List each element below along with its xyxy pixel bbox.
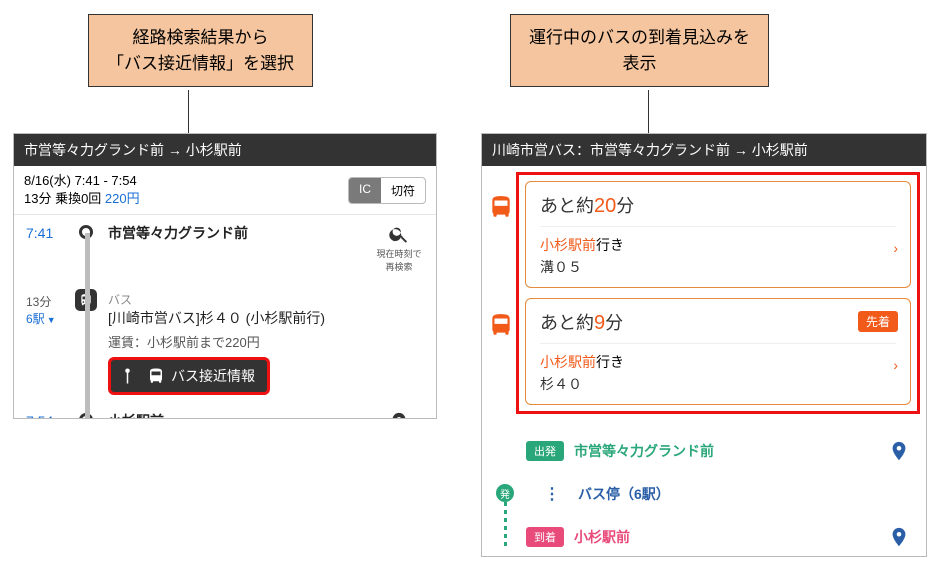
approach-header: 川崎市営バス：市営等々力グランド前 → 小杉駅前 bbox=[482, 134, 926, 166]
route-summary-meta: 8/16(水) 7:41 - 7:54 13分 乗換0回 220円 bbox=[24, 172, 348, 208]
callout-right: 運行中のバスの到着見込みを 表示 bbox=[510, 14, 769, 87]
segment-timecol: 13分 6駅 bbox=[26, 289, 72, 327]
route-line bbox=[85, 233, 90, 419]
callout-left-line2: 「バス接近情報」を選択 bbox=[107, 51, 294, 77]
eta-text: あと約9分 bbox=[540, 309, 896, 335]
arrive-time: 7:54 bbox=[26, 411, 72, 419]
depart-time: 7:41 bbox=[26, 223, 72, 241]
map-pin-icon[interactable] bbox=[888, 524, 910, 550]
bus-approach-panel: 川崎市営バス：市営等々力グランド前 → 小杉駅前 あと約20分 小杉駅前行き 溝… bbox=[481, 133, 927, 557]
around-map-button[interactable]: 周辺図 bbox=[374, 411, 424, 419]
route-body: 7:41 市営等々力グランド前 現在時刻で再検索 13分 6駅 バス [川崎市営… bbox=[14, 215, 436, 419]
fare-toggle-ic[interactable]: IC bbox=[349, 178, 381, 203]
segment-main: バス [川崎市営バス]杉４０ (小杉駅前行) 運賃：小杉駅前まで220円 バス接… bbox=[100, 289, 424, 395]
arrive-pill: 到着 bbox=[526, 527, 564, 547]
bus-stop-icon bbox=[123, 367, 141, 385]
bus-small-icon bbox=[147, 367, 165, 385]
route-number: 杉４０ bbox=[540, 374, 896, 394]
chevron-right-icon: › bbox=[893, 240, 898, 256]
chevron-right-icon: › bbox=[893, 357, 898, 373]
fare-toggle-ticket[interactable]: 切符 bbox=[381, 178, 425, 203]
callout-right-line1: 運行中のバスの到着見込みを bbox=[529, 25, 750, 51]
destination: 小杉駅前行き bbox=[540, 352, 896, 372]
route-result-panel: 市営等々力グランド前 → 小杉駅前 8/16(水) 7:41 - 7:54 13… bbox=[13, 133, 437, 419]
depart-stop-row[interactable]: 出発 市営等々力グランド前 bbox=[526, 428, 910, 474]
depart-pill: 出発 bbox=[526, 441, 564, 461]
map-pin-icon[interactable] bbox=[888, 438, 910, 464]
search-icon bbox=[388, 223, 410, 245]
depart-name: 市営等々力グランド前 bbox=[108, 223, 374, 243]
approach-card[interactable]: 先着 あと約9分 小杉駅前行き 杉４０ › bbox=[525, 298, 911, 405]
callout-left-line1: 経路検索結果から bbox=[107, 25, 294, 51]
bus-icon bbox=[488, 194, 514, 220]
route-header: 市営等々力グランド前 → 小杉駅前 bbox=[14, 134, 436, 166]
segment-line: [川崎市営バス]杉４０ (小杉駅前行) bbox=[108, 308, 424, 328]
bus-icon bbox=[488, 312, 514, 338]
callout-left: 経路検索結果から 「バス接近情報」を選択 bbox=[88, 14, 313, 87]
search-caption: 現在時刻で再検索 bbox=[376, 249, 421, 272]
bus-approach-button[interactable]: バス接近情報 bbox=[108, 357, 270, 395]
divider bbox=[540, 226, 896, 227]
bus-approach-label: バス接近情報 bbox=[171, 366, 255, 386]
depart-stop-name: 市営等々力グランド前 bbox=[574, 441, 888, 461]
route-fare: 220円 bbox=[105, 191, 140, 206]
intermediate-label: バス停（6駅） bbox=[578, 484, 910, 504]
fare-toggle[interactable]: IC 切符 bbox=[348, 177, 426, 204]
intermediate-stops-row[interactable]: ⋮ バス停（6駅） bbox=[526, 474, 910, 514]
resarch-button[interactable]: 現在時刻で再検索 bbox=[374, 223, 424, 273]
map-pin-icon bbox=[388, 411, 410, 419]
eta-text: あと約20分 bbox=[540, 192, 896, 218]
route-summary: 8/16(水) 7:41 - 7:54 13分 乗換0回 220円 IC 切符 bbox=[14, 166, 436, 215]
segment-mode: バス bbox=[108, 291, 424, 308]
route-datetime: 8/16(水) 7:41 - 7:54 bbox=[24, 172, 348, 190]
approach-card[interactable]: あと約20分 小杉駅前行き 溝０５ › bbox=[525, 181, 911, 288]
segment-duration: 13分 bbox=[26, 293, 72, 310]
route-number: 溝０５ bbox=[540, 257, 896, 277]
arrive-name: 小杉駅前 bbox=[108, 411, 374, 419]
first-arrival-badge: 先着 bbox=[858, 311, 898, 332]
eta-value: 9 bbox=[594, 312, 605, 334]
stop-list: 出発 市営等々力グランド前 ⋮ バス停（6駅） 到着 小杉駅前 bbox=[482, 420, 926, 557]
arrive-stop-name: 小杉駅前 bbox=[574, 527, 888, 547]
dots-icon: ⋮ bbox=[544, 484, 564, 504]
segment-stops-link[interactable]: 6駅 bbox=[26, 310, 72, 327]
divider bbox=[540, 343, 896, 344]
segment-fare-line: 運賃：小杉駅前まで220円 bbox=[108, 332, 424, 351]
route-duration-transfer: 13分 乗換0回 220円 bbox=[24, 190, 348, 208]
callout-right-line2: 表示 bbox=[529, 51, 750, 77]
destination: 小杉駅前行き bbox=[540, 235, 896, 255]
approach-cards: あと約20分 小杉駅前行き 溝０５ › 先着 あと約9分 小杉駅前行き 杉４０ … bbox=[516, 172, 920, 414]
eta-value: 20 bbox=[594, 195, 616, 217]
arrive-stop-row[interactable]: 到着 小杉駅前 bbox=[526, 514, 910, 557]
